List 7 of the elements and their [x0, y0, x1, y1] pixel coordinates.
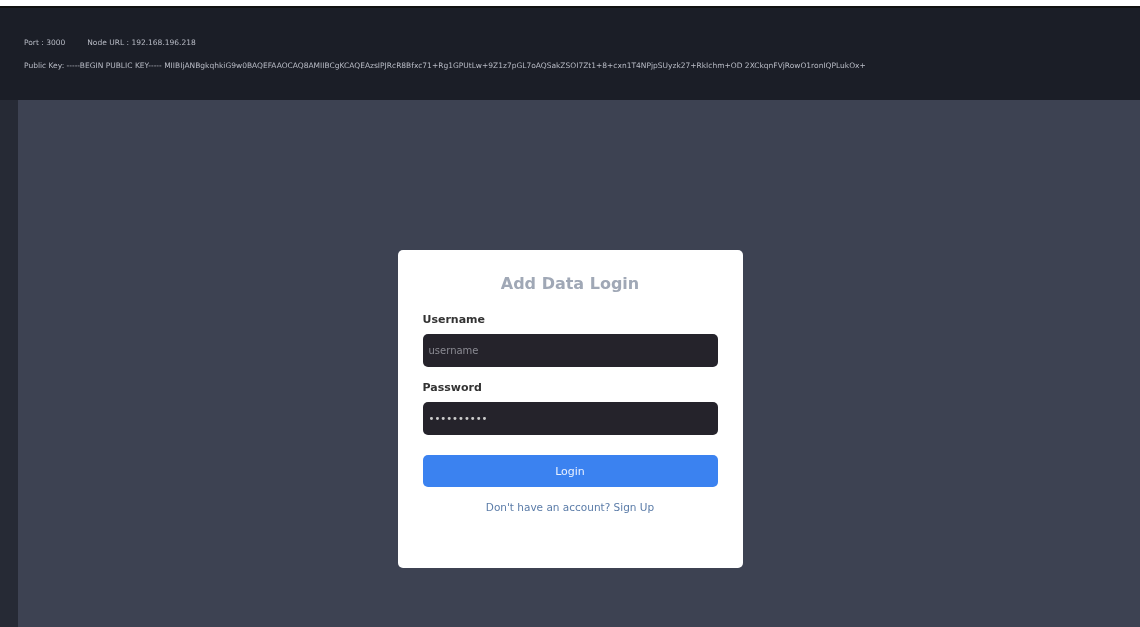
field-label: Password — [422, 381, 483, 394]
login-button[interactable]: Login — [422, 455, 718, 487]
card-title: Add Data Login — [499, 274, 641, 293]
signup-link[interactable]: Don't have an account? Sign Up — [422, 501, 718, 513]
input-field[interactable]: username — [422, 334, 718, 367]
input-field[interactable]: •••••••••• — [422, 402, 718, 435]
field-label: Username — [422, 313, 487, 326]
